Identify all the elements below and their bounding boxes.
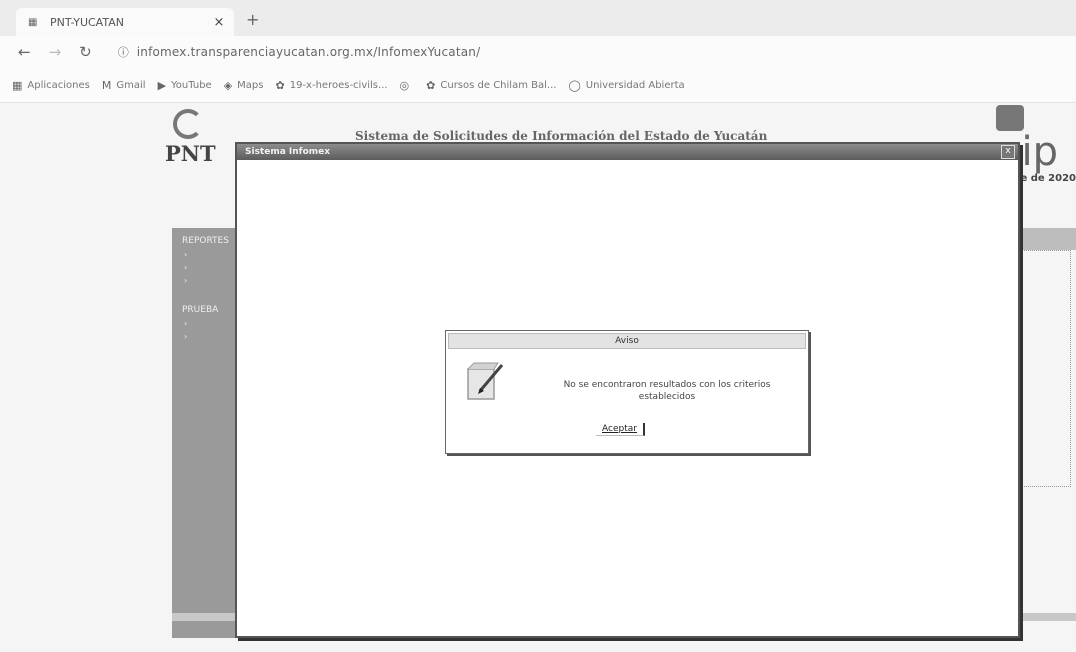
reload-icon[interactable]: ↻: [79, 43, 92, 61]
forward-icon[interactable]: →: [49, 43, 62, 61]
sidebar-item[interactable]: ›: [184, 276, 242, 285]
sidebar-item[interactable]: ›: [184, 250, 242, 259]
bookmark-site-1[interactable]: ✿ 19-x-heroes-civils...: [276, 79, 388, 92]
accept-button[interactable]: Aceptar: [596, 423, 645, 436]
maps-icon: ◈: [223, 78, 233, 92]
bookmark-label: Cursos de Chilam Bal...: [440, 79, 557, 91]
bookmark-youtube[interactable]: ▶ YouTube: [158, 79, 212, 92]
bookmarks-bar: ▦ Aplicaciones M Gmail ▶ YouTube ◈ Maps ✿ 19-…: [0, 68, 1076, 103]
tab-close-icon[interactable]: ×: [210, 15, 228, 30]
infomex-modal: Sistema Infomex x Aviso No se encontraro…: [235, 142, 1020, 638]
inaip-logo-icon: [996, 105, 1024, 131]
bookmark-apps[interactable]: ▦ Aplicaciones: [12, 79, 90, 92]
bookmark-university[interactable]: ◯ Universidad Abierta: [568, 79, 684, 92]
bookmark-label: 19-x-heroes-civils...: [289, 79, 388, 91]
sidebar-item[interactable]: ›: [184, 263, 242, 272]
site-icon: ✿: [275, 78, 285, 92]
bookmark-label: Maps: [237, 79, 264, 91]
security-info-icon[interactable]: ⓘ: [118, 44, 129, 60]
left-sidebar: REPORTES › › › PRUEBA › ›: [172, 228, 242, 638]
browser-tabstrip: ▦ PNT-YUCATAN × +: [0, 0, 1076, 36]
bookmark-gmail[interactable]: M Gmail: [102, 79, 146, 92]
bookmark-maps[interactable]: ◈ Maps: [224, 79, 264, 92]
new-tab-icon[interactable]: +: [246, 10, 259, 29]
browser-tab[interactable]: ▦ PNT-YUCATAN ×: [16, 8, 234, 36]
tab-title: PNT-YUCATAN: [50, 15, 124, 29]
alert-dialog: Aviso No se encontraron resultados con l…: [445, 330, 809, 454]
site-title: Sistema de Solicitudes de Información de…: [355, 129, 768, 143]
site-favicon-icon: ▦: [28, 17, 38, 28]
pnt-swirl-icon: [173, 109, 203, 139]
university-icon: ◯: [568, 78, 581, 92]
sidebar-section-prueba: PRUEBA: [182, 305, 219, 315]
notepad-pencil-icon: [467, 362, 504, 400]
sidebar-item[interactable]: ›: [184, 319, 242, 328]
modal-title: Sistema Infomex: [245, 147, 331, 157]
address-bar: ← → ↻ ⓘ infomex.transparenciayucatan.org…: [0, 36, 1076, 68]
globe-icon: ◎: [399, 78, 410, 92]
bookmark-label: Universidad Abierta: [585, 79, 685, 91]
date-text: re de 2020: [1015, 173, 1076, 184]
modal-close-icon[interactable]: x: [1001, 145, 1015, 159]
pnt-logo: PNT: [165, 141, 216, 166]
bookmark-label: YouTube: [171, 79, 212, 91]
bookmark-label: Gmail: [116, 79, 146, 91]
bookmark-site-2[interactable]: ✿ Cursos de Chilam Bal...: [426, 79, 556, 92]
youtube-icon: ▶: [157, 78, 167, 92]
alert-message: No se encontraron resultados con los cri…: [563, 380, 771, 402]
sidebar-section-reportes: REPORTES: [182, 236, 229, 246]
site-icon: ✿: [426, 78, 436, 92]
url-input[interactable]: infomex.transparenciayucatan.org.mx/Info…: [137, 45, 481, 59]
apps-icon: ▦: [12, 78, 23, 92]
alert-title: Aviso: [448, 333, 806, 349]
bookmark-label: Aplicaciones: [27, 79, 90, 91]
gmail-icon: M: [101, 78, 112, 92]
sidebar-item[interactable]: ›: [184, 332, 242, 341]
modal-titlebar[interactable]: Sistema Infomex x: [237, 144, 1018, 160]
back-icon[interactable]: ←: [18, 43, 31, 61]
bookmark-globe[interactable]: ◎: [400, 79, 415, 92]
right-panel: [1018, 250, 1071, 487]
ip-logo: ip: [1021, 129, 1058, 175]
right-panel-header: [1018, 228, 1076, 250]
